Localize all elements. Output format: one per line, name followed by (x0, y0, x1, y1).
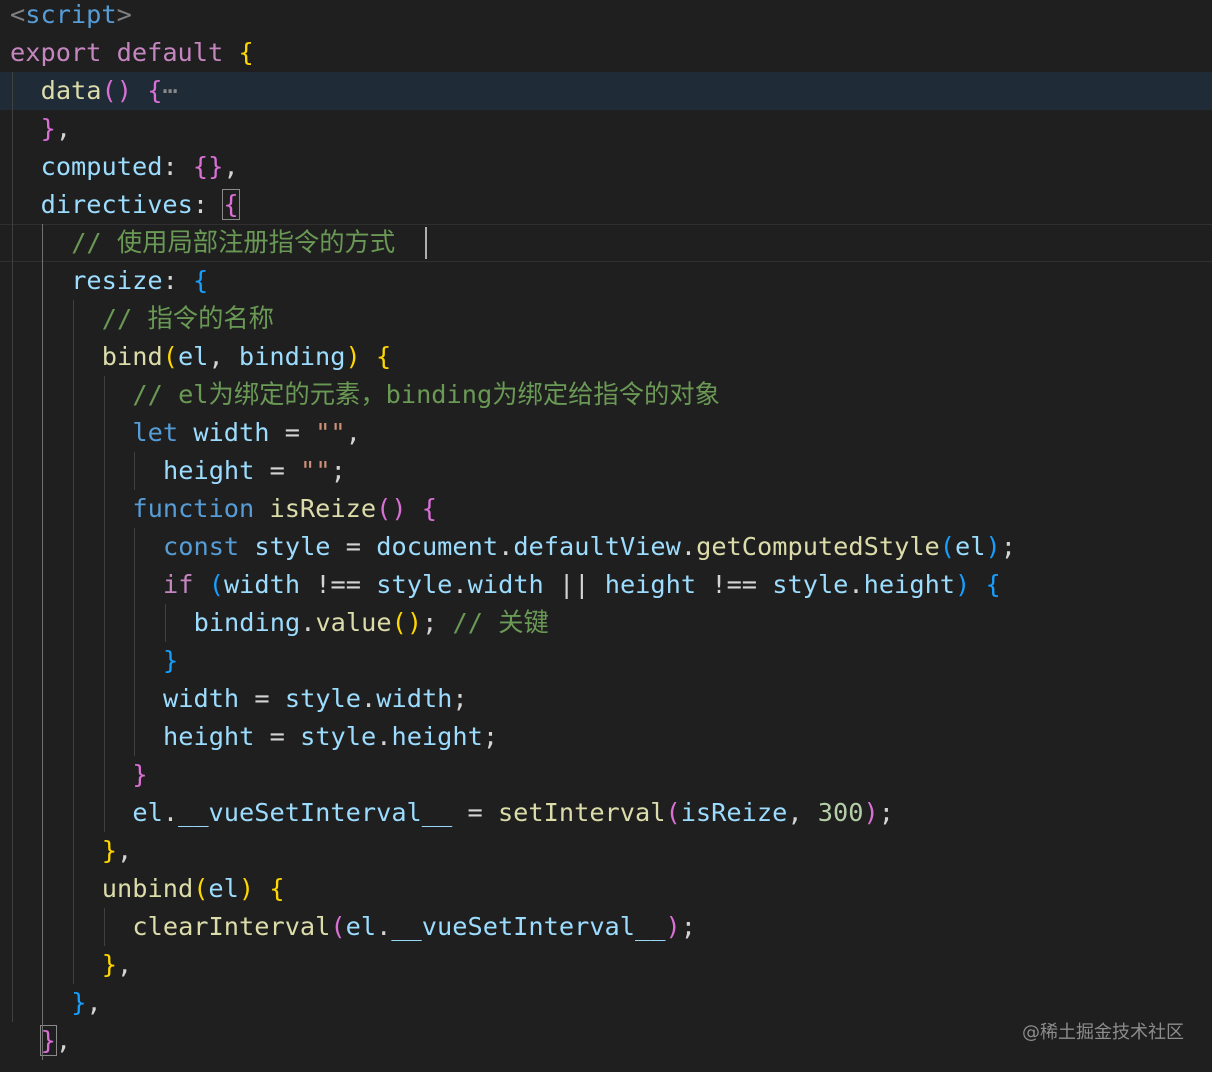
code-text: data() {⋯ (41, 72, 178, 110)
code-text: width = style.width; (163, 684, 468, 713)
indent-guide (134, 528, 135, 756)
code-text: let width = "", (132, 418, 361, 447)
code-line[interactable]: resize: { (0, 262, 1212, 300)
code-text: }, (101, 836, 133, 865)
code-text: function isReize() { (132, 494, 438, 523)
code-line[interactable]: if (width !== style.width || height !== … (0, 566, 1212, 604)
code-line[interactable]: width = style.width; (0, 680, 1212, 718)
code-text: bind(el, binding) { (101, 342, 392, 371)
code-line[interactable]: height = ""; (0, 452, 1212, 490)
code-line[interactable]: }, (0, 832, 1212, 870)
code-line[interactable]: <script> (0, 0, 1212, 34)
code-line[interactable]: computed: {}, (0, 148, 1212, 186)
code-text: height = ""; (163, 456, 346, 485)
code-line[interactable]: function isReize() { (0, 490, 1212, 528)
code-line[interactable]: data() {⋯ (0, 72, 1212, 110)
code-line[interactable]: bind(el, binding) { (0, 338, 1212, 376)
code-line[interactable]: // 使用局部注册指令的方式 (0, 224, 1212, 262)
text-cursor (425, 227, 427, 259)
code-line[interactable]: unbind(el) { (0, 870, 1212, 908)
code-text: }, (71, 988, 102, 1017)
code-line[interactable]: export default { (0, 34, 1212, 72)
code-line[interactable]: }, (0, 110, 1212, 148)
code-line[interactable]: // el为绑定的元素，binding为绑定给指令的对象 (0, 376, 1212, 414)
code-line[interactable]: el.__vueSetInterval__ = setInterval(isRe… (0, 794, 1212, 832)
code-line[interactable]: directives: { (0, 186, 1212, 224)
code-text: // 指令的名称 (101, 304, 274, 333)
code-text: } (132, 760, 148, 789)
code-line[interactable]: binding.value(); // 关键 (0, 604, 1212, 642)
indent-guide (165, 604, 166, 642)
code-text: // 使用局部注册指令的方式 (71, 228, 396, 257)
code-text: // el为绑定的元素，binding为绑定给指令的对象 (132, 380, 720, 409)
code-text: unbind(el) { (101, 874, 285, 903)
code-text: height = style.height; (163, 722, 499, 751)
indent-guide (12, 72, 13, 1022)
code-text: }, (101, 950, 133, 979)
code-text: directives: { (40, 189, 240, 220)
code-line[interactable]: const style = document.defaultView.getCo… (0, 528, 1212, 566)
code-line[interactable]: }, (0, 946, 1212, 984)
code-text: }, (39, 1025, 72, 1056)
code-line[interactable]: } (0, 756, 1212, 794)
indent-guide (73, 300, 74, 984)
code-line[interactable]: } (0, 642, 1212, 680)
code-text: <script> (10, 0, 132, 29)
code-text: } (163, 646, 179, 675)
fold-ellipsis-icon[interactable]: ⋯ (162, 72, 177, 110)
code-text: resize: { (71, 266, 209, 295)
code-text: export default { (10, 38, 254, 67)
code-text: }, (40, 114, 72, 143)
code-text: clearInterval(el.__vueSetInterval__); (132, 912, 696, 941)
indent-guide (134, 452, 135, 490)
code-editor[interactable]: <script> export default { data() {⋯}, compu… (0, 0, 1212, 1072)
indent-guide (104, 908, 105, 946)
code-text: if (width !== style.width || height !== … (163, 570, 1001, 599)
code-text: computed: {}, (40, 152, 239, 181)
code-line[interactable]: clearInterval(el.__vueSetInterval__); (0, 908, 1212, 946)
indent-guide (104, 376, 105, 832)
code-line[interactable]: }, (0, 984, 1212, 1022)
code-text: const style = document.defaultView.getCo… (163, 532, 1016, 561)
code-line[interactable]: // 指令的名称 (0, 300, 1212, 338)
code-line[interactable]: let width = "", (0, 414, 1212, 452)
code-line[interactable]: height = style.height; (0, 718, 1212, 756)
code-text: binding.value(); // 关键 (193, 608, 549, 637)
indent-guide (42, 224, 43, 1060)
code-text: el.__vueSetInterval__ = setInterval(isRe… (132, 798, 894, 827)
watermark: @稀土掘金技术社区 (1022, 1022, 1184, 1043)
